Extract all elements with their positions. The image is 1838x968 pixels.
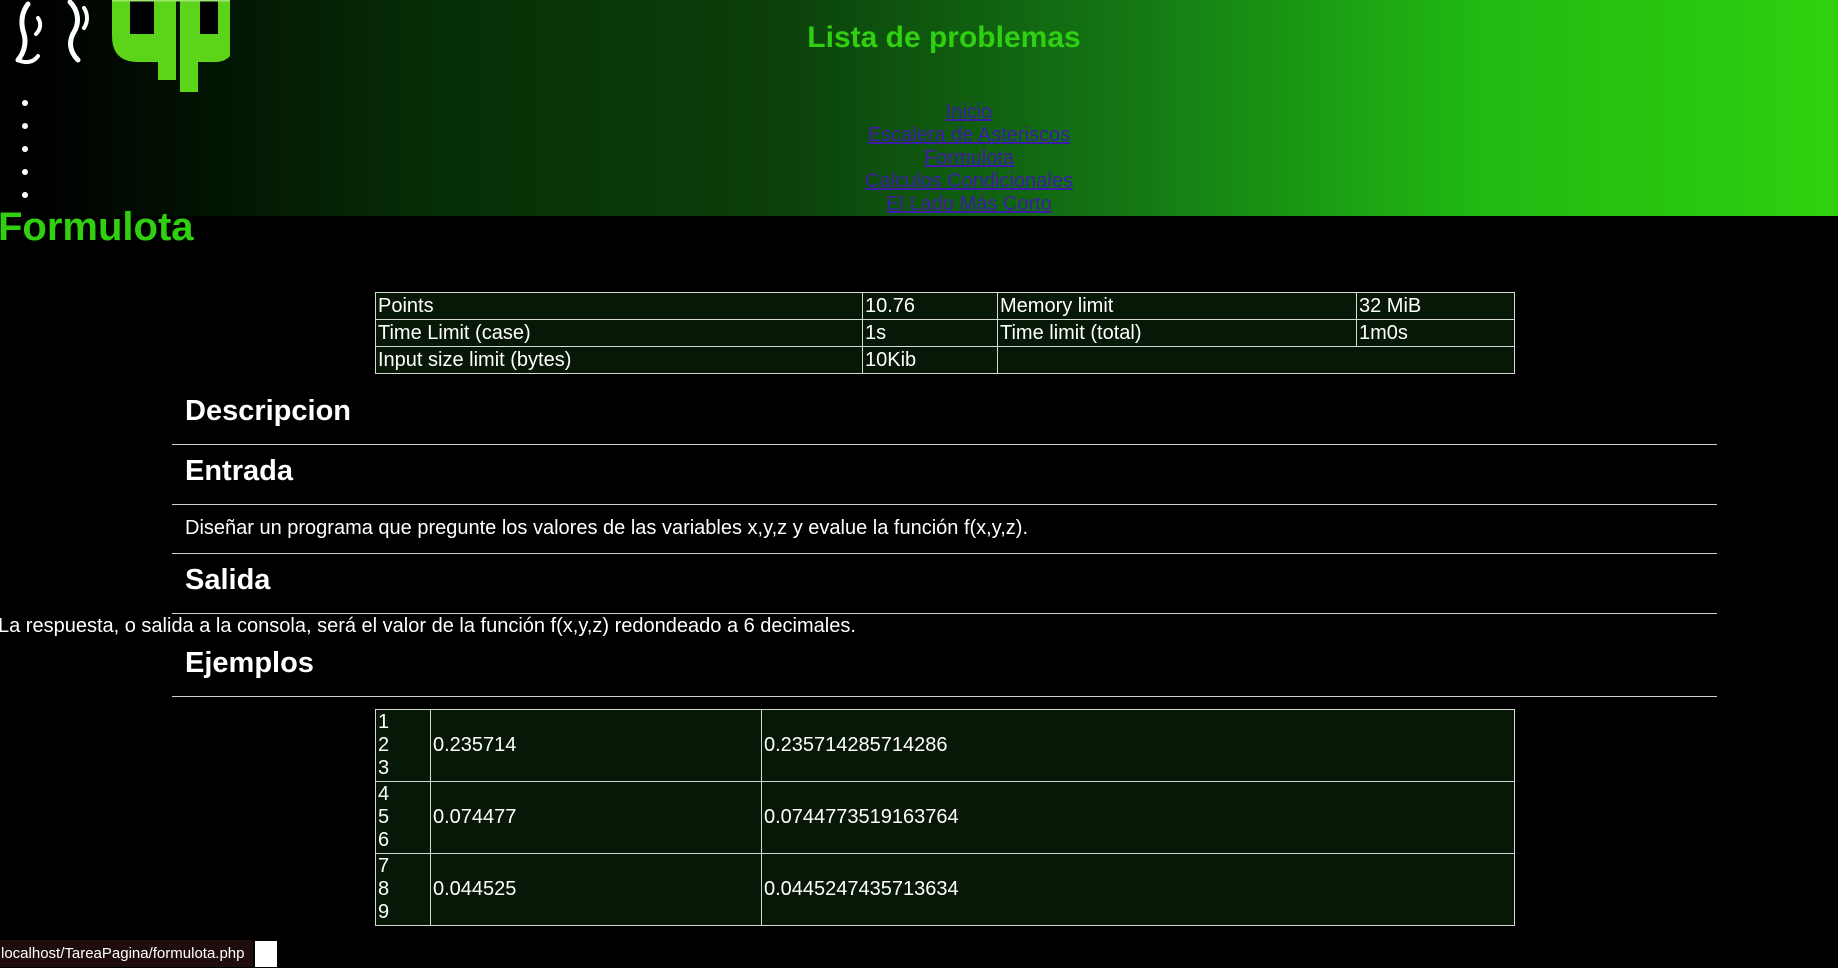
info-key: Memory limit (997, 292, 1357, 320)
info-key: Input size limit (bytes) (375, 346, 863, 374)
example-output: 0.044525 (430, 853, 762, 926)
table-row: Points 10.76 Memory limit 32 MiB (375, 292, 1515, 320)
page-header: Lista de problemas Inicio Escalera de As… (0, 0, 1838, 216)
example-input-value: 4 (378, 783, 390, 805)
page-heading: Formulota (0, 205, 194, 249)
table-row: 4 5 6 0.074477 0.0744773519163764 (375, 781, 1515, 854)
example-input-value: 9 (378, 901, 390, 923)
nav-link-escalera[interactable]: Escalera de Asteriscos (0, 124, 1838, 147)
divider (172, 553, 1717, 554)
table-row: Time Limit (case) 1s Time limit (total) … (375, 319, 1515, 347)
info-key: Time limit (total) (997, 319, 1357, 347)
example-input-cell: 7 8 9 (375, 853, 431, 926)
section-heading-entrada: Entrada (185, 455, 293, 487)
example-input-value: 2 (378, 734, 390, 756)
example-output: 0.235714 (430, 709, 762, 782)
divider (172, 696, 1717, 697)
section-heading-salida: Salida (185, 564, 271, 596)
divider (172, 444, 1717, 445)
example-input-value: 1 (378, 711, 390, 733)
entrada-text: Diseñar un programa que pregunte los val… (185, 517, 1029, 539)
example-input-value: 3 (378, 757, 390, 779)
divider (172, 613, 1717, 614)
table-row: 1 2 3 0.235714 0.235714285714286 (375, 709, 1515, 782)
info-table: Points 10.76 Memory limit 32 MiB Time Li… (375, 292, 1515, 374)
example-input-value: 7 (378, 855, 390, 877)
salida-text: La respuesta, o salida a la consola, ser… (0, 615, 856, 637)
section-heading-ejemplos: Ejemplos (185, 647, 314, 679)
info-value: 1s (862, 319, 998, 347)
example-input-cell: 1 2 3 (375, 709, 431, 782)
info-value: 32 MiB (1356, 292, 1515, 320)
nav-link-calculos[interactable]: Calculos Condicionales (0, 170, 1838, 193)
example-input-cell: 4 5 6 (375, 781, 431, 854)
info-value: 1m0s (1356, 319, 1515, 347)
example-input-value: 6 (378, 829, 390, 851)
table-row: 7 8 9 0.044525 0.0445247435713634 (375, 853, 1515, 926)
info-key: Time Limit (case) (375, 319, 863, 347)
info-value: 10.76 (862, 292, 998, 320)
examples-table: 1 2 3 0.235714 0.235714285714286 4 5 6 0… (375, 709, 1515, 926)
nav-link-lado-mas-corto[interactable]: El Lado Más Corto (0, 193, 1838, 216)
status-bar-url: localhost/TareaPagina/formulota.php (0, 940, 253, 967)
table-row: Input size limit (bytes) 10Kib (375, 346, 1515, 374)
nav-link-formulota[interactable]: Formulota (0, 147, 1838, 170)
example-exact-output: 0.235714285714286 (761, 709, 1515, 782)
info-empty-cell (997, 346, 1515, 374)
nav-link-inicio[interactable]: Inicio (0, 101, 1838, 124)
example-input-value: 8 (378, 878, 390, 900)
status-bar-box (255, 941, 277, 967)
site-title: Lista de problemas (807, 21, 1081, 54)
main-nav: Inicio Escalera de Asteriscos Formulota … (0, 101, 1838, 216)
section-heading-descripcion: Descripcion (185, 395, 351, 427)
info-key: Points (375, 292, 863, 320)
example-exact-output: 0.0744773519163764 (761, 781, 1515, 854)
example-input-value: 5 (378, 806, 390, 828)
info-value: 10Kib (862, 346, 998, 374)
example-output: 0.074477 (430, 781, 762, 854)
divider (172, 504, 1717, 505)
example-exact-output: 0.0445247435713634 (761, 853, 1515, 926)
